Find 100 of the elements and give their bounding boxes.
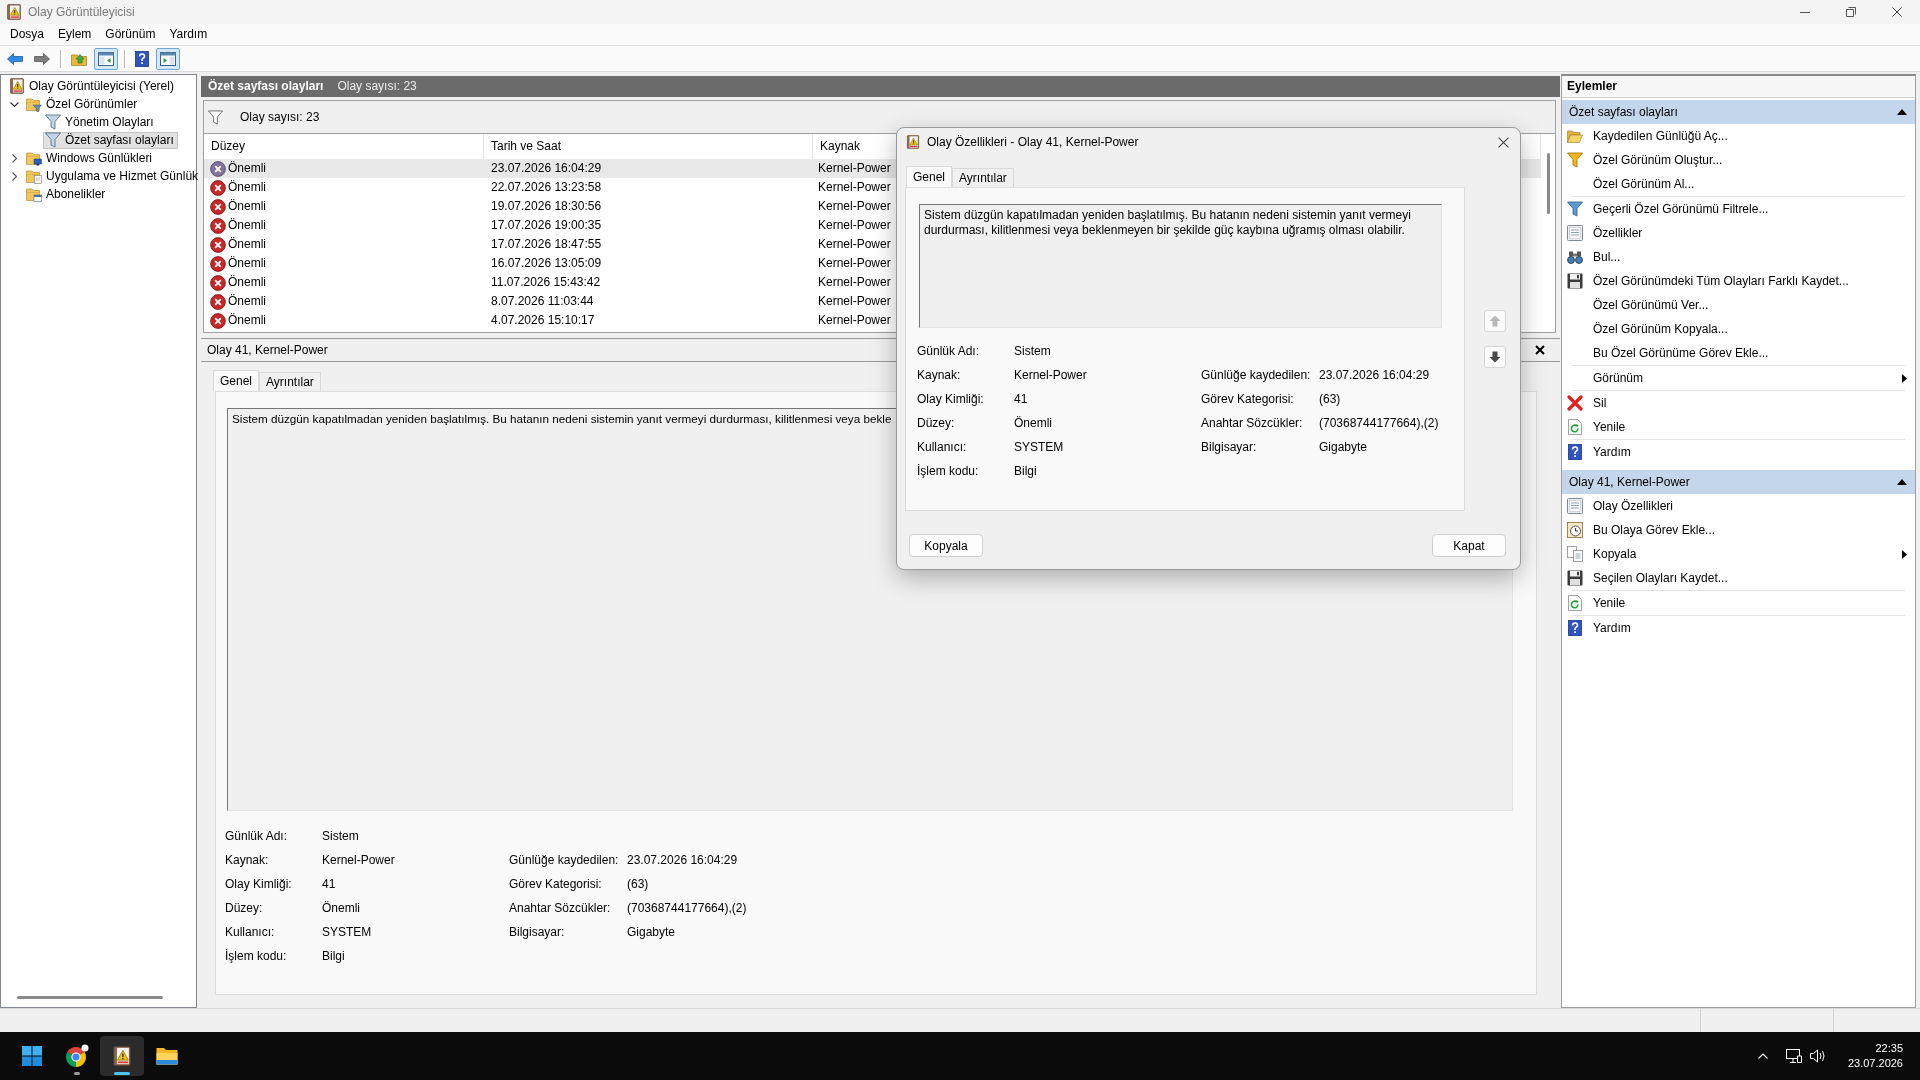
table-cell: 16.07.2026 13:05:09 <box>491 256 602 271</box>
tab[interactable]: Ayrıntılar <box>952 168 1014 187</box>
binoculars-icon <box>1567 250 1583 264</box>
minimize-icon <box>1800 11 1810 13</box>
action-link[interactable]: Yenile <box>1562 415 1915 439</box>
tree-item[interactable]: Windows Günlükleri <box>24 149 157 167</box>
action-link[interactable]: Özellikler <box>1562 221 1915 245</box>
tab[interactable]: Ayrıntılar <box>259 372 321 391</box>
dialog-button[interactable]: Kopyala <box>909 534 983 557</box>
taskbar-button[interactable] <box>100 1036 144 1076</box>
next-button[interactable] <box>1484 346 1506 368</box>
menu-item[interactable]: Görünüm <box>98 25 163 44</box>
action-link[interactable]: Kopyala <box>1562 542 1915 566</box>
clock-time: 22:35 <box>1875 1041 1903 1056</box>
error-icon <box>210 160 226 177</box>
field-label: Kullanıcı: <box>917 439 968 455</box>
detail-title: Olay 41, Kernel-Power <box>207 342 328 358</box>
tree-item[interactable]: Özet sayfası olayları <box>43 131 178 149</box>
funnel-icon <box>45 132 61 148</box>
table-cell: 17.07.2026 18:47:55 <box>491 237 602 252</box>
error-icon <box>210 293 226 310</box>
pane-toggle-icon <box>98 51 114 66</box>
field-value: Sistem <box>322 828 360 844</box>
log-book-icon <box>906 135 920 149</box>
menu-item[interactable]: Yardım <box>162 25 215 44</box>
action-link[interactable]: Seçilen Olayları Kaydet... <box>1562 566 1915 590</box>
field-label: Görev Kategorisi: <box>509 876 603 892</box>
help-icon <box>1568 444 1582 460</box>
table-cell: Önemli <box>228 294 266 309</box>
close-button[interactable] <box>1535 345 1545 355</box>
menu-item[interactable]: Dosya <box>3 25 51 44</box>
arrow-up-icon <box>1489 315 1501 327</box>
table-cell: 4.07.2026 15:10:17 <box>491 313 595 328</box>
table-cell: Kernel-Power <box>818 161 891 176</box>
chevron-icon[interactable] <box>12 153 17 163</box>
table-cell: Önemli <box>228 237 266 252</box>
tree-item[interactable]: Olay Görüntüleyicisi (Yerel) <box>7 77 178 95</box>
tab[interactable]: Genel <box>213 370 260 391</box>
action-link[interactable]: Bu Özel Görünüme Görev Ekle... <box>1562 341 1915 365</box>
action-link[interactable]: Bu Olaya Görev Ekle... <box>1562 518 1915 542</box>
action-link[interactable]: Yenile <box>1562 591 1915 615</box>
window-title: Olay Görüntüleyicisi <box>28 4 135 20</box>
table-cell: Kernel-Power <box>818 237 891 252</box>
action-link[interactable]: Yardım <box>1562 440 1915 464</box>
log-book-icon <box>112 1046 132 1066</box>
scrollbar-thumb[interactable] <box>1546 153 1550 214</box>
field-value: Bilgi <box>322 948 346 964</box>
tree-toggle-button[interactable] <box>94 47 118 70</box>
table-cell: 23.07.2026 16:04:29 <box>491 161 602 176</box>
error-icon <box>210 179 226 196</box>
folder-icon <box>156 1047 178 1065</box>
action-link[interactable]: Özel Görünüm Oluştur... <box>1562 148 1915 172</box>
forward-arrow-icon <box>34 52 50 65</box>
tree-item[interactable]: Uygulama ve Hizmet Günlük <box>24 167 203 185</box>
error-icon <box>210 236 226 253</box>
field-label: Günlüğe kaydedilen: <box>509 852 620 868</box>
action-link[interactable]: Özel Görünümdeki Tüm Olayları Farklı Kaydet... <box>1562 269 1915 293</box>
event-count: Olay sayısı: 23 <box>240 109 320 125</box>
monitor-icon[interactable] <box>1785 1049 1802 1063</box>
table-cell: 22.07.2026 13:23:58 <box>491 180 602 195</box>
section-header[interactable]: Özet sayfası olayları <box>1562 100 1915 124</box>
action-link[interactable]: Olay Özellikleri <box>1562 494 1915 518</box>
table-cell: Kernel-Power <box>818 256 891 271</box>
start-icon <box>22 1046 42 1066</box>
speaker-icon[interactable] <box>1809 1049 1826 1063</box>
chevron-icon[interactable] <box>10 101 19 107</box>
action-link[interactable]: Özel Görünümü Ver... <box>1562 293 1915 317</box>
error-icon <box>210 217 226 234</box>
menu-item[interactable]: Eylem <box>51 25 99 44</box>
action-link[interactable]: Sil <box>1562 391 1915 415</box>
action-link[interactable]: Kaydedilen Günlüğü Aç... <box>1562 124 1915 148</box>
document-icon <box>1567 225 1583 241</box>
field-label: Anahtar Sözcükler: <box>1201 415 1304 431</box>
action-link[interactable]: Özel Görünüm Al... <box>1562 172 1915 196</box>
table-cell: Kernel-Power <box>818 218 891 233</box>
action-pane-toggle-button[interactable] <box>156 47 180 70</box>
funnel-icon <box>208 109 223 125</box>
chevron-icon[interactable] <box>12 171 17 181</box>
collapse-arrow-icon <box>1897 479 1907 485</box>
help-icon <box>135 50 149 67</box>
open-folder-icon <box>1567 129 1583 143</box>
tab[interactable]: Genel <box>906 166 953 187</box>
tree-item[interactable]: Yönetim Olayları <box>43 113 158 131</box>
section-header[interactable]: Olay 41, Kernel-Power <box>1562 470 1915 494</box>
description-field[interactable]: Sistem düzgün kapatılmadan yeniden başlatılmış. Bu hatanın nedeni sistemin yanıt vermeyi durdurması, kilitlenmesi veya beklenmeyen bir şekilde güç kaybına uğramış olması olabilir. <box>919 204 1442 328</box>
field-label: Olay Kimliği: <box>225 876 293 892</box>
field-label: Anahtar Sözcükler: <box>509 900 612 916</box>
field-value: Bilgi <box>1014 463 1038 479</box>
action-link[interactable]: Yardım <box>1562 616 1915 640</box>
scrollbar-thumb[interactable] <box>17 996 163 999</box>
action-link[interactable]: Görünüm <box>1562 366 1915 390</box>
tree-item[interactable]: Abonelikler <box>24 185 110 203</box>
action-link[interactable]: Bul... <box>1562 245 1915 269</box>
browser-icon <box>65 1044 89 1068</box>
action-link[interactable]: Özel Görünüm Kopyala... <box>1562 317 1915 341</box>
field-value: (70368744177664),(2) <box>1319 415 1440 431</box>
action-link[interactable]: Geçerli Özel Görünümü Filtrele... <box>1562 197 1915 221</box>
dialog-button[interactable]: Kapat <box>1432 534 1506 557</box>
field-value: 23.07.2026 16:04:29 <box>627 852 739 868</box>
tree-item[interactable]: Özel Görünümler <box>24 95 142 113</box>
